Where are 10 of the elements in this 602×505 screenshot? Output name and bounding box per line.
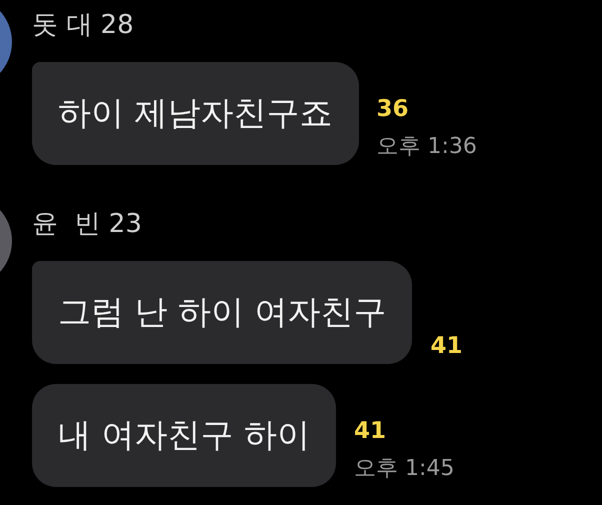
message-time: 오후 1:45: [354, 455, 454, 483]
message-bubble: 하이 제남자친구죠: [32, 62, 358, 165]
sender-name: 돗 대 28: [32, 9, 135, 41]
unread-count: 41: [354, 417, 386, 445]
message-bubble: 내 여자친구 하이: [32, 384, 336, 487]
message-bubble: 그럼 난 하이 여자친구: [32, 261, 412, 364]
unread-count: 36: [376, 95, 409, 123]
sender-name: 윤 빈 23: [32, 208, 143, 240]
message-time: 오후 1:36: [376, 133, 477, 161]
unread-count: 41: [430, 332, 462, 360]
